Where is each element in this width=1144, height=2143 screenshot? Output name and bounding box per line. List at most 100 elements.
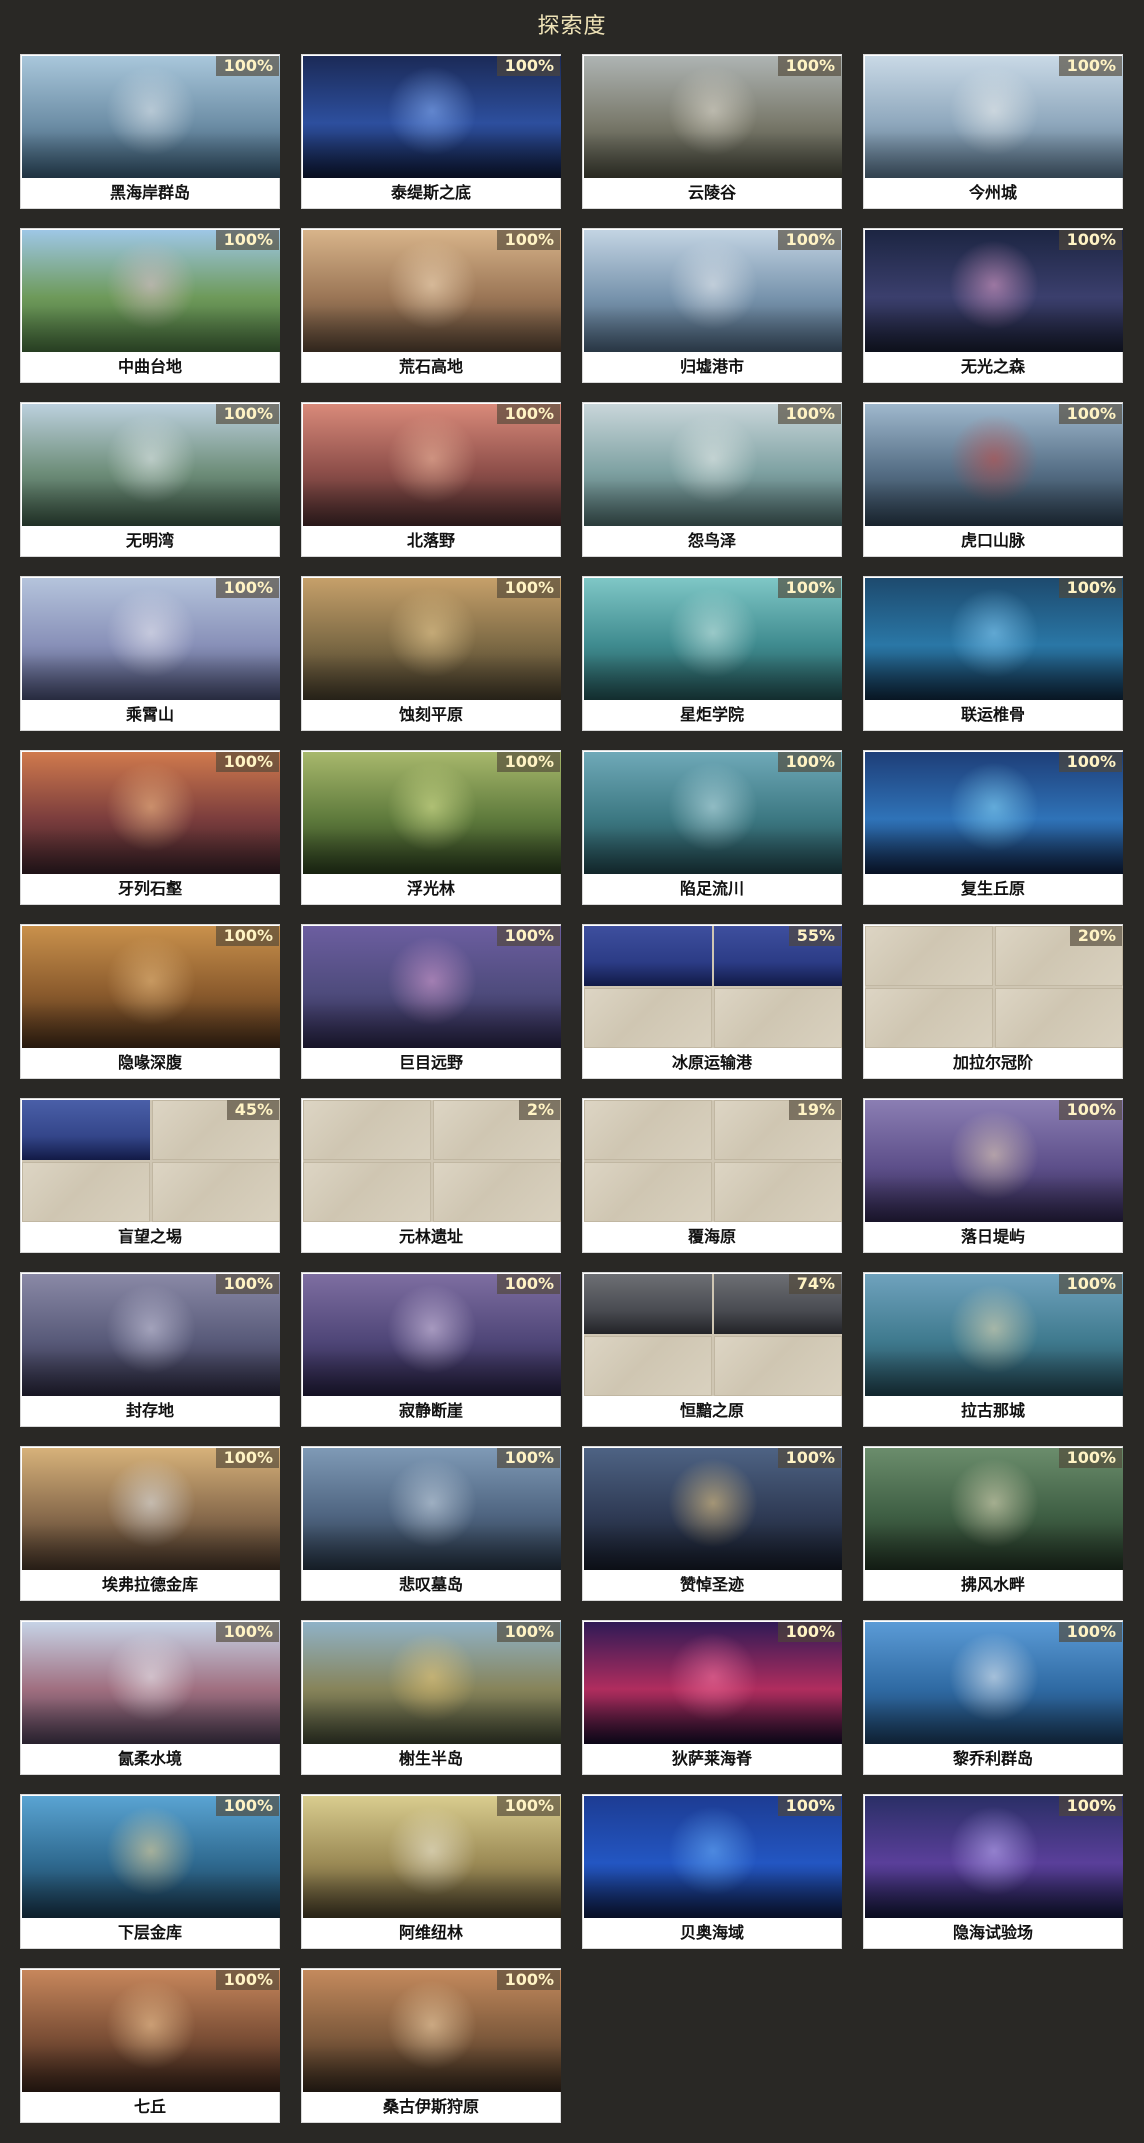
progress-badge: 100%	[215, 404, 279, 424]
landscape-silhouette	[22, 1524, 280, 1570]
region-card[interactable]: 100% 归墟港市	[582, 228, 842, 383]
region-card[interactable]: 45% 盲望之埸	[20, 1098, 280, 1253]
progress-badge: 100%	[215, 56, 279, 76]
region-card[interactable]: 100% 阿维纽林	[301, 1794, 561, 1949]
page-title: 探索度	[537, 14, 607, 39]
region-card[interactable]: 100% 陷足流川	[582, 750, 842, 905]
map-quadrant	[584, 1336, 712, 1396]
landscape-silhouette	[865, 1872, 1123, 1918]
region-card[interactable]: 100% 隐海试验场	[863, 1794, 1123, 1949]
region-card[interactable]: 100% 无明湾	[20, 402, 280, 557]
region-card[interactable]: 100% 桑古伊斯狩原	[301, 1968, 561, 2123]
region-card[interactable]: 100% 虎口山脉	[863, 402, 1123, 557]
landscape-silhouette	[22, 306, 280, 352]
landscape-silhouette	[865, 1350, 1123, 1396]
region-card[interactable]: 100% 悲叹墓岛	[301, 1446, 561, 1601]
region-card[interactable]: 19% 覆海原	[582, 1098, 842, 1253]
region-card[interactable]: 100% 封存地	[20, 1272, 280, 1427]
map-quadrant	[584, 1100, 712, 1160]
region-card[interactable]: 100% 浮光林	[301, 750, 561, 905]
region-card[interactable]: 100% 今州城	[863, 54, 1123, 209]
region-card[interactable]: 100% 泰缇斯之底	[301, 54, 561, 209]
region-card[interactable]: 100% 七丘	[20, 1968, 280, 2123]
region-card[interactable]: 100% 赞悼圣迹	[582, 1446, 842, 1601]
region-card[interactable]: 100% 寂静断崖	[301, 1272, 561, 1427]
progress-badge: 100%	[1058, 1448, 1122, 1468]
map-quadrant	[584, 1162, 712, 1222]
region-card[interactable]: 100% 乘霄山	[20, 576, 280, 731]
region-name: 归墟港市	[679, 357, 744, 376]
landscape-silhouette	[865, 828, 1123, 874]
region-card[interactable]: 100% 埃弗拉德金库	[20, 1446, 280, 1601]
region-name: 蚀刻平原	[398, 705, 463, 724]
region-card[interactable]: 100% 云陵谷	[582, 54, 842, 209]
region-card[interactable]: 100% 巨目远野	[301, 924, 561, 1079]
progress-badge: 100%	[496, 230, 560, 250]
progress-badge: 100%	[496, 1970, 560, 1990]
region-card[interactable]: 100% 联运椎骨	[863, 576, 1123, 731]
progress-badge: 100%	[215, 752, 279, 772]
region-card[interactable]: 2% 元林遗址	[301, 1098, 561, 1253]
map-quadrant	[584, 1274, 712, 1334]
region-card[interactable]: 100% 拂风水畔	[863, 1446, 1123, 1601]
region-name: 黑海岸群岛	[109, 183, 190, 202]
landscape-silhouette	[584, 480, 842, 526]
region-card[interactable]: 100% 黑海岸群岛	[20, 54, 280, 209]
progress-badge: 100%	[496, 1448, 560, 1468]
region-card[interactable]: 100% 怨鸟泽	[582, 402, 842, 557]
progress-badge: 100%	[1058, 1622, 1122, 1642]
region-card[interactable]: 100% 复生丘原	[863, 750, 1123, 905]
landscape-silhouette	[865, 480, 1123, 526]
region-card[interactable]: 100% 落日堤屿	[863, 1098, 1123, 1253]
region-card[interactable]: 100% 牙列石壑	[20, 750, 280, 905]
progress-badge: 100%	[496, 926, 560, 946]
landscape-silhouette	[303, 654, 561, 700]
region-card[interactable]: 55% 冰原运输港	[582, 924, 842, 1079]
progress-badge: 100%	[496, 56, 560, 76]
map-quadrant	[584, 926, 712, 986]
region-card[interactable]: 100% 星炬学院	[582, 576, 842, 731]
region-card[interactable]: 100% 荒石高地	[301, 228, 561, 383]
map-quadrant	[303, 1162, 431, 1222]
progress-badge: 55%	[788, 926, 841, 946]
region-name: 牙列石壑	[117, 879, 182, 898]
region-name: 盲望之埸	[117, 1227, 182, 1246]
region-card[interactable]: 100% 榭生半岛	[301, 1620, 561, 1775]
landscape-silhouette	[22, 1350, 280, 1396]
progress-badge: 100%	[215, 1274, 279, 1294]
region-name: 今州城	[968, 183, 1017, 202]
region-card[interactable]: 20% 加拉尔冠阶	[863, 924, 1123, 1079]
map-quadrant	[714, 1336, 842, 1396]
progress-badge: 100%	[1058, 578, 1122, 598]
region-name: 乘霄山	[125, 705, 174, 724]
region-card[interactable]: 100% 氤柔水境	[20, 1620, 280, 1775]
progress-badge: 100%	[215, 1622, 279, 1642]
region-name: 虎口山脉	[960, 531, 1025, 550]
region-card[interactable]: 100% 中曲台地	[20, 228, 280, 383]
region-card[interactable]: 100% 隐喙深腹	[20, 924, 280, 1079]
progress-badge: 100%	[496, 404, 560, 424]
region-card[interactable]: 100% 狄萨莱海脊	[582, 1620, 842, 1775]
map-quadrant	[714, 1162, 842, 1222]
landscape-silhouette	[303, 2046, 561, 2092]
region-card[interactable]: 100% 北落野	[301, 402, 561, 557]
landscape-silhouette	[22, 1698, 280, 1744]
landscape-silhouette	[303, 1002, 561, 1048]
region-card[interactable]: 100% 贝奥海域	[582, 1794, 842, 1949]
landscape-silhouette	[22, 1002, 280, 1048]
landscape-silhouette	[584, 654, 842, 700]
region-card[interactable]: 100% 拉古那城	[863, 1272, 1123, 1427]
progress-badge: 100%	[777, 752, 841, 772]
region-card[interactable]: 100% 无光之森	[863, 228, 1123, 383]
progress-badge: 100%	[215, 578, 279, 598]
region-card[interactable]: 74% 恒黯之原	[582, 1272, 842, 1427]
map-quadrant	[303, 1100, 431, 1160]
progress-badge: 100%	[1058, 752, 1122, 772]
region-card[interactable]: 100% 黎乔利群岛	[863, 1620, 1123, 1775]
region-card[interactable]: 100% 蚀刻平原	[301, 576, 561, 731]
landscape-silhouette	[865, 132, 1123, 178]
progress-badge: 19%	[788, 1100, 841, 1120]
region-card[interactable]: 100% 下层金库	[20, 1794, 280, 1949]
progress-badge: 100%	[215, 1448, 279, 1468]
landscape-silhouette	[303, 1350, 561, 1396]
